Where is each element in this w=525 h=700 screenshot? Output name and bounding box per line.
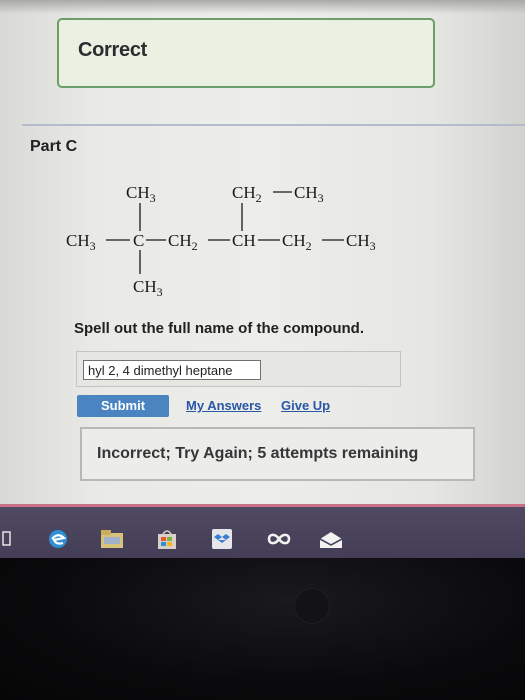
task-view-icon[interactable] — [2, 531, 12, 553]
correct-feedback-box: Correct — [57, 18, 435, 88]
store-icon[interactable] — [156, 528, 178, 550]
screen-glare — [0, 0, 525, 14]
chain-ch3-end: CH3 — [346, 231, 376, 253]
chain-quaternary-c: C — [133, 231, 144, 250]
chain-ch2-second: CH2 — [282, 231, 312, 253]
chain-ch2-first: CH2 — [168, 231, 198, 253]
question-prompt: Spell out the full name of the compound. — [74, 320, 364, 337]
submit-button[interactable]: Submit — [77, 395, 169, 417]
my-answers-link[interactable]: My Answers — [186, 398, 261, 413]
chain-ch3-start: CH3 — [66, 231, 96, 253]
top-right-ch3: CH3 — [294, 183, 324, 205]
dropbox-icon[interactable] — [211, 528, 233, 550]
laptop-bezel — [0, 558, 525, 700]
part-label: Part C — [30, 138, 78, 155]
taskbar — [0, 504, 525, 558]
top-left-ch3: CH3 — [126, 183, 156, 205]
correct-feedback-text: Correct — [78, 39, 148, 61]
answer-panel — [76, 351, 401, 387]
browser-viewport: Correct Part C CH3 CH2 CH3 CH3 C CH2 CH … — [0, 0, 525, 508]
edge-browser-icon[interactable] — [46, 528, 70, 550]
section-divider — [22, 124, 525, 126]
top-right-ch2: CH2 — [232, 183, 262, 205]
answer-input[interactable] — [83, 360, 261, 380]
incorrect-feedback-box: Incorrect; Try Again; 5 attempts remaini… — [80, 427, 475, 481]
mail-icon[interactable] — [318, 528, 344, 550]
incorrect-feedback-text: Incorrect; Try Again; 5 attempts remaini… — [97, 445, 419, 462]
chain-ch: CH — [232, 231, 256, 250]
give-up-link[interactable]: Give Up — [281, 398, 330, 413]
bottom-ch3: CH3 — [133, 277, 163, 299]
structural-formula: CH3 CH2 CH3 CH3 C CH2 CH CH2 CH3 CH3 — [66, 183, 376, 299]
infinity-app-icon[interactable] — [266, 528, 292, 550]
file-explorer-icon[interactable] — [100, 528, 124, 550]
hp-logo — [294, 588, 330, 624]
taskbar-accent-edge — [0, 504, 525, 507]
